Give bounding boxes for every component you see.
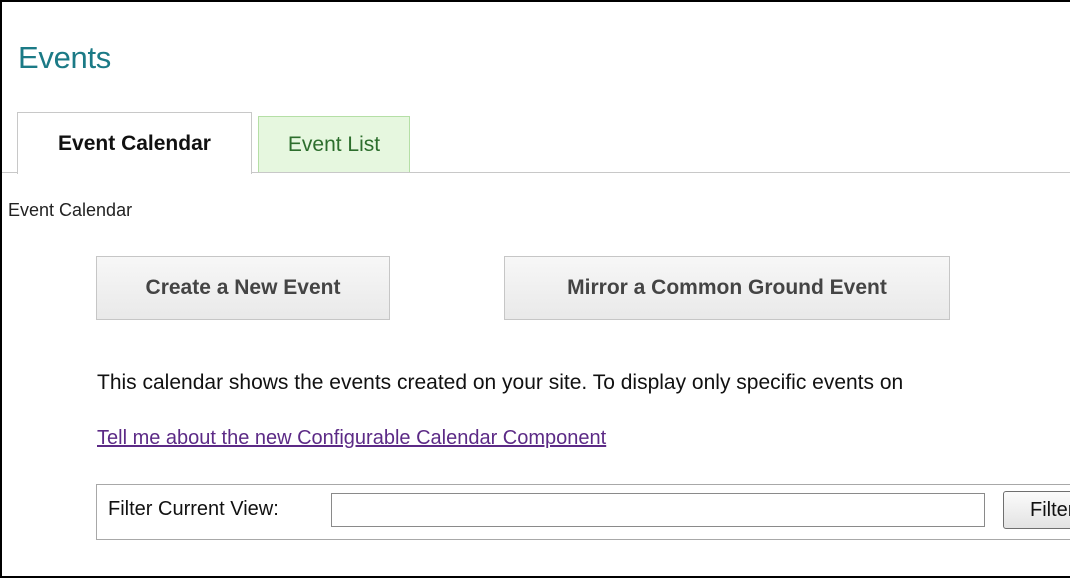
filter-label: Filter Current View: <box>108 498 279 520</box>
page-title: Events <box>18 40 111 75</box>
breadcrumb: Event Calendar <box>8 200 133 220</box>
create-event-button[interactable]: Create a New Event <box>96 256 390 320</box>
calendar-component-help-link[interactable]: Tell me about the new Configurable Calen… <box>97 427 606 450</box>
filter-button[interactable]: Filter <box>1003 491 1070 529</box>
mirror-event-button[interactable]: Mirror a Common Ground Event <box>504 256 950 320</box>
window-frame: Events Event Calendar Event List Event C… <box>0 0 1070 578</box>
filter-bar: Filter Current View: Filter <box>96 484 1070 540</box>
tab-event-calendar[interactable]: Event Calendar <box>17 112 252 174</box>
tab-event-list[interactable]: Event List <box>258 116 410 172</box>
filter-input[interactable] <box>331 493 985 527</box>
calendar-description: This calendar shows the events created o… <box>97 371 904 394</box>
